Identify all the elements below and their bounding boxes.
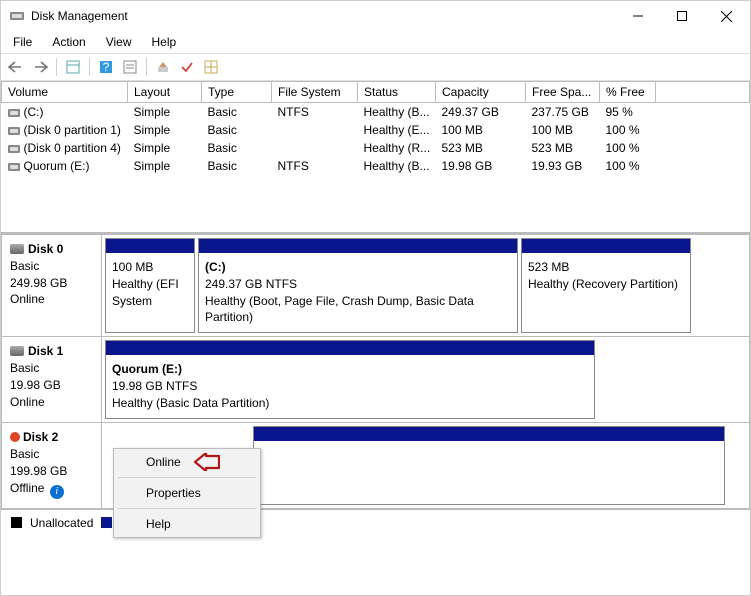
context-menu: Online Properties Help — [113, 448, 261, 538]
table-cell: NTFS — [272, 103, 358, 122]
table-cell: 523 MB — [436, 139, 526, 157]
table-cell: Basic — [202, 139, 272, 157]
table-cell — [272, 121, 358, 139]
manage-icon[interactable] — [152, 56, 174, 78]
table-cell: Healthy (B... — [358, 103, 436, 122]
table-cell: Healthy (B... — [358, 157, 436, 175]
partition[interactable] — [253, 426, 725, 505]
table-cell: 523 MB — [526, 139, 600, 157]
partition-area: Quorum (E:)19.98 GB NTFSHealthy (Basic D… — [102, 337, 749, 422]
volume-list: VolumeLayoutTypeFile SystemStatusCapacit… — [1, 81, 750, 233]
partition[interactable]: Quorum (E:)19.98 GB NTFSHealthy (Basic D… — [105, 340, 595, 419]
toolbar: ? — [1, 53, 750, 81]
column-header[interactable]: Status — [358, 82, 436, 103]
disk-info[interactable]: Disk 0Basic249.98 GBOnline — [2, 235, 102, 336]
close-button[interactable] — [704, 2, 748, 30]
menu-view[interactable]: View — [98, 33, 140, 51]
settings-list-icon[interactable] — [119, 56, 141, 78]
back-button[interactable] — [5, 56, 27, 78]
table-row[interactable]: (C:)SimpleBasicNTFSHealthy (B...249.37 G… — [2, 103, 750, 122]
disk-row: Disk 0Basic249.98 GBOnline100 MBHealthy … — [1, 234, 750, 337]
context-menu-separator — [118, 477, 256, 478]
menu-help[interactable]: Help — [144, 33, 185, 51]
column-header[interactable]: Free Spa... — [526, 82, 600, 103]
toolbar-separator — [146, 58, 147, 76]
table-cell: Simple — [128, 157, 202, 175]
table-cell: Basic — [202, 103, 272, 122]
help-button[interactable]: ? — [95, 56, 117, 78]
view-button[interactable] — [62, 56, 84, 78]
legend-unallocated: Unallocated — [30, 516, 93, 530]
table-cell: 237.75 GB — [526, 103, 600, 122]
table-cell: 100 MB — [526, 121, 600, 139]
table-cell: Healthy (E... — [358, 121, 436, 139]
menu-file[interactable]: File — [5, 33, 40, 51]
partition[interactable]: (C:)249.37 GB NTFSHealthy (Boot, Page Fi… — [198, 238, 518, 333]
table-cell: 100 % — [600, 157, 656, 175]
table-row[interactable]: (Disk 0 partition 1)SimpleBasic Healthy (… — [2, 121, 750, 139]
table-cell: Simple — [128, 121, 202, 139]
column-header[interactable]: File System — [272, 82, 358, 103]
titlebar: Disk Management — [1, 1, 750, 31]
minimize-button[interactable] — [616, 2, 660, 30]
partition-area: 100 MBHealthy (EFI System(C:)249.37 GB N… — [102, 235, 749, 336]
disk-info[interactable]: Disk 2Basic199.98 GBOffline i — [2, 423, 102, 508]
app-icon — [9, 8, 25, 24]
maximize-button[interactable] — [660, 2, 704, 30]
table-cell — [272, 139, 358, 157]
table-cell: 100 % — [600, 139, 656, 157]
menu-action[interactable]: Action — [44, 33, 93, 51]
disk-row: Disk 1Basic19.98 GBOnlineQuorum (E:)19.9… — [1, 337, 750, 423]
table-cell: 100 MB — [436, 121, 526, 139]
menubar: File Action View Help — [1, 31, 750, 53]
table-row[interactable]: (Disk 0 partition 4)SimpleBasic Healthy (… — [2, 139, 750, 157]
table-cell: Basic — [202, 121, 272, 139]
context-menu-properties[interactable]: Properties — [114, 480, 260, 506]
table-cell: (Disk 0 partition 1) — [2, 121, 128, 139]
table-cell: Simple — [128, 103, 202, 122]
table-cell: (C:) — [2, 103, 128, 122]
column-header[interactable]: Capacity — [436, 82, 526, 103]
toolbar-separator — [89, 58, 90, 76]
table-cell: (Disk 0 partition 4) — [2, 139, 128, 157]
table-cell: 100 % — [600, 121, 656, 139]
svg-text:?: ? — [103, 60, 110, 74]
disk-info[interactable]: Disk 1Basic19.98 GBOnline — [2, 337, 102, 422]
table-cell: Healthy (R... — [358, 139, 436, 157]
partition[interactable]: 523 MBHealthy (Recovery Partition) — [521, 238, 691, 333]
context-menu-online[interactable]: Online — [114, 449, 260, 475]
table-cell: 19.98 GB — [436, 157, 526, 175]
column-header[interactable]: % Free — [600, 82, 656, 103]
check-icon[interactable] — [176, 56, 198, 78]
legend-swatch-primary — [101, 517, 112, 528]
window-title: Disk Management — [31, 9, 616, 23]
table-cell: 95 % — [600, 103, 656, 122]
legend-swatch-unallocated — [11, 517, 22, 528]
table-cell: Basic — [202, 157, 272, 175]
table-cell: 249.37 GB — [436, 103, 526, 122]
annotation-arrow-icon — [194, 453, 220, 471]
context-menu-separator — [118, 508, 256, 509]
partition[interactable]: 100 MBHealthy (EFI System — [105, 238, 195, 333]
table-row[interactable]: Quorum (E:)SimpleBasicNTFSHealthy (B...1… — [2, 157, 750, 175]
table-cell: NTFS — [272, 157, 358, 175]
grid-icon[interactable] — [200, 56, 222, 78]
toolbar-separator — [56, 58, 57, 76]
table-cell: 19.93 GB — [526, 157, 600, 175]
column-header[interactable]: Volume — [2, 82, 128, 103]
forward-button[interactable] — [29, 56, 51, 78]
column-header[interactable]: Type — [202, 82, 272, 103]
context-menu-help[interactable]: Help — [114, 511, 260, 537]
column-header[interactable]: Layout — [128, 82, 202, 103]
table-cell: Quorum (E:) — [2, 157, 128, 175]
table-cell: Simple — [128, 139, 202, 157]
